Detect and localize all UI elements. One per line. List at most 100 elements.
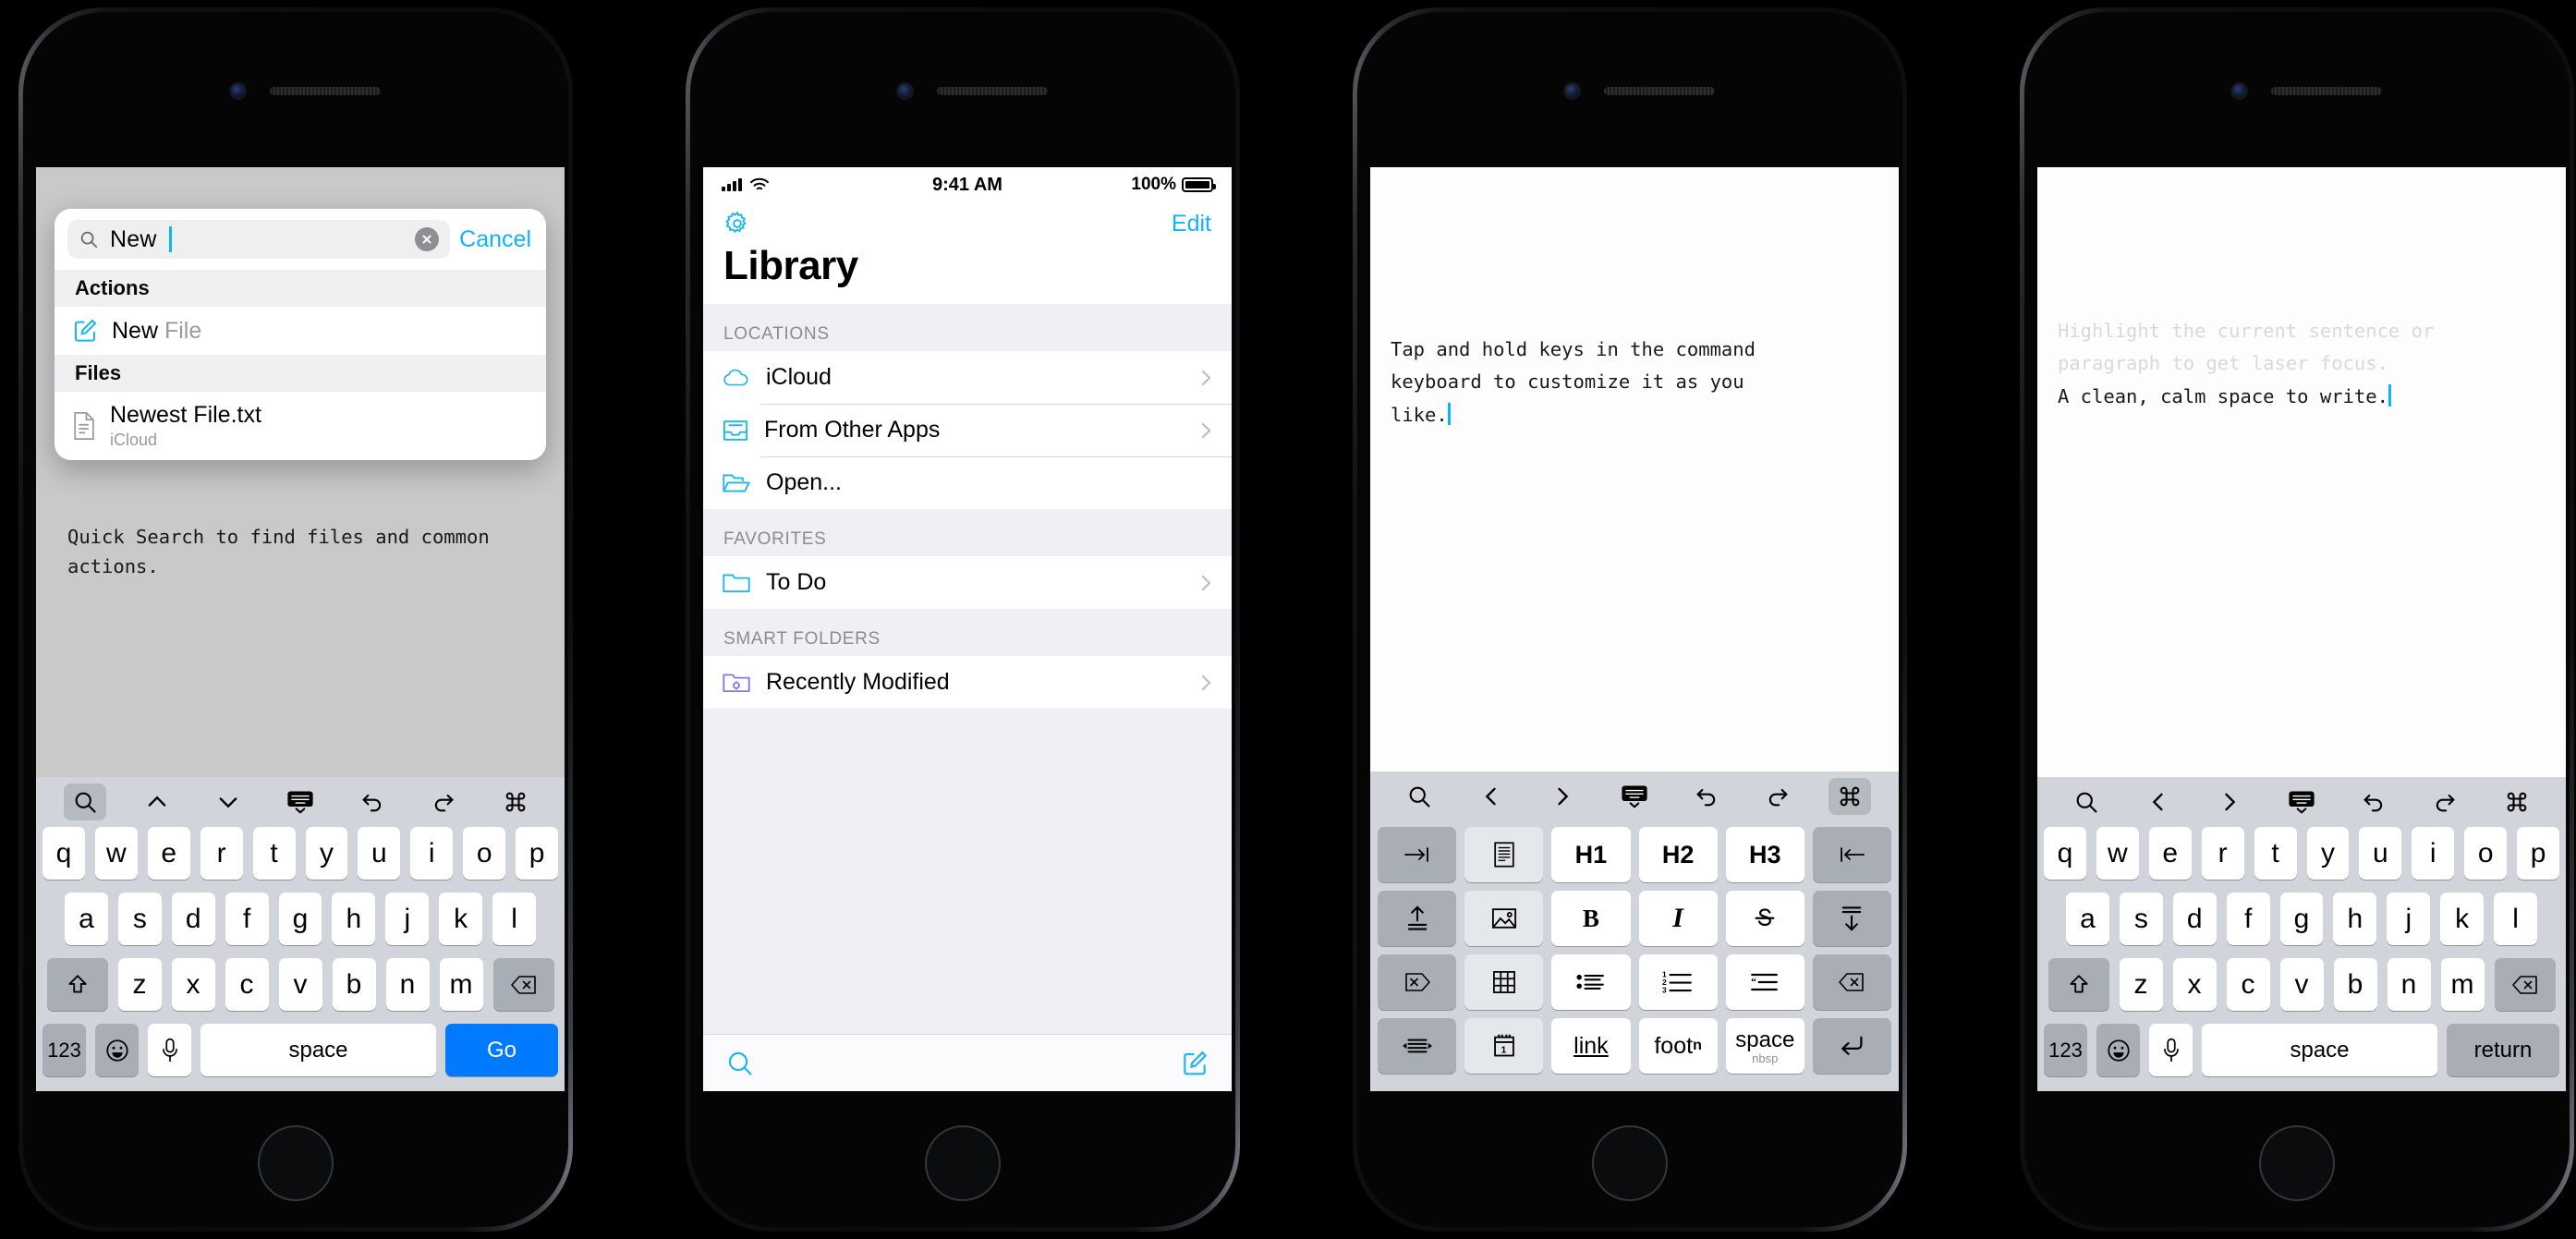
key-a[interactable]: a <box>2066 893 2109 945</box>
emoji-icon[interactable] <box>2096 1024 2140 1076</box>
key-g[interactable]: g <box>278 893 322 945</box>
list-item-recently-modified[interactable]: Recently Modified <box>703 656 1232 709</box>
search-input[interactable]: New <box>67 220 451 259</box>
key-m[interactable]: m <box>2440 958 2485 1011</box>
key-c[interactable]: c <box>2226 958 2270 1011</box>
list-item-icloud[interactable]: iCloud <box>703 351 1232 404</box>
key-x[interactable]: x <box>171 958 215 1011</box>
key-q[interactable]: q <box>42 827 85 880</box>
toolbar-hide-keyboard-button[interactable] <box>2280 783 2323 820</box>
toolbar-command-button[interactable] <box>2496 783 2538 820</box>
toolbar-undo-button[interactable] <box>2352 783 2395 820</box>
delete-forward-icon[interactable] <box>1378 954 1457 1010</box>
delete-icon[interactable] <box>2494 958 2556 1011</box>
key-j[interactable]: j <box>385 893 430 945</box>
bold-key[interactable]: B <box>1551 891 1631 946</box>
list-item-to-do[interactable]: To Do <box>703 556 1232 609</box>
key-l[interactable]: l <box>492 893 537 945</box>
move-down-icon[interactable] <box>1812 891 1892 946</box>
key-b[interactable]: b <box>332 958 376 1011</box>
key-m[interactable]: m <box>439 958 483 1011</box>
home-button[interactable] <box>1592 1125 1668 1201</box>
clear-search-button[interactable] <box>415 227 440 251</box>
key-q[interactable]: q <box>2043 827 2086 880</box>
key-k[interactable]: k <box>439 893 483 945</box>
key-b[interactable]: b <box>2333 958 2377 1011</box>
toolbar-search-button[interactable] <box>63 783 106 820</box>
toolbar-search-button[interactable] <box>2065 783 2108 820</box>
heading-1-key[interactable]: H1 <box>1551 827 1631 882</box>
result-row-file[interactable]: Newest File.txt iCloud <box>55 392 546 460</box>
toolbar-redo-button[interactable] <box>1756 778 1799 815</box>
key-i[interactable]: i <box>410 827 454 880</box>
key-z[interactable]: z <box>2119 958 2163 1011</box>
footnote-key[interactable]: foot n <box>1638 1018 1718 1074</box>
key-u[interactable]: u <box>358 827 401 880</box>
space-nbsp-key[interactable]: space nbsp <box>1725 1018 1804 1074</box>
toolbar-chevron-down-button[interactable] <box>207 783 249 820</box>
key-n[interactable]: n <box>2387 958 2431 1011</box>
toolbar-search-button[interactable] <box>1398 778 1440 815</box>
move-up-icon[interactable] <box>1378 891 1457 946</box>
key-t[interactable]: t <box>2254 827 2297 880</box>
return-key[interactable]: return <box>2447 1024 2559 1076</box>
toolbar-hide-keyboard-button[interactable] <box>279 783 322 820</box>
key-f[interactable]: f <box>225 893 269 945</box>
edit-button[interactable]: Edit <box>1172 211 1211 237</box>
cancel-button[interactable]: Cancel <box>459 226 533 253</box>
go-key[interactable]: Go <box>445 1024 558 1076</box>
link-key[interactable]: link <box>1551 1018 1631 1074</box>
key-w[interactable]: w <box>2096 827 2139 880</box>
indent-left-icon[interactable] <box>1812 827 1892 882</box>
list-item-open[interactable]: Open... <box>703 456 1232 509</box>
editor-text-area[interactable]: Tap and hold keys in the command keyboar… <box>1370 167 1899 431</box>
image-icon[interactable] <box>1464 891 1544 946</box>
key-v[interactable]: v <box>2279 958 2324 1011</box>
key-r[interactable]: r <box>2201 827 2244 880</box>
key-e[interactable]: e <box>2148 827 2192 880</box>
delete-icon[interactable] <box>492 958 554 1011</box>
toolbar-undo-button[interactable] <box>351 783 394 820</box>
list-item-from-other-apps[interactable]: From Other Apps <box>703 404 1232 456</box>
key-d[interactable]: d <box>171 893 215 945</box>
key-i[interactable]: i <box>2412 827 2455 880</box>
key-o[interactable]: o <box>2464 827 2508 880</box>
toolbar-undo-button[interactable] <box>1685 778 1728 815</box>
microphone-icon[interactable] <box>148 1024 191 1076</box>
space-key[interactable]: space <box>200 1024 436 1076</box>
numbered-list-icon[interactable]: 123 <box>1638 954 1718 1010</box>
key-e[interactable]: e <box>147 827 190 880</box>
toolbar-command-button[interactable] <box>1829 778 1872 815</box>
key-f[interactable]: f <box>2226 893 2270 945</box>
toolbar-hide-keyboard-button[interactable] <box>1613 778 1656 815</box>
key-a[interactable]: a <box>65 893 108 945</box>
toolbar-command-button[interactable] <box>494 783 537 820</box>
gear-icon[interactable] <box>723 210 751 237</box>
key-l[interactable]: l <box>2494 893 2538 945</box>
italic-key[interactable]: I <box>1638 891 1718 946</box>
shift-icon[interactable] <box>46 958 108 1011</box>
key-d[interactable]: d <box>2172 893 2217 945</box>
home-button[interactable] <box>2259 1125 2335 1201</box>
key-g[interactable]: g <box>2279 893 2324 945</box>
key-s[interactable]: s <box>2119 893 2163 945</box>
microphone-icon[interactable] <box>2149 1024 2193 1076</box>
key-x[interactable]: x <box>2172 958 2217 1011</box>
calendar-icon[interactable]: 1 <box>1464 1018 1544 1074</box>
key-n[interactable]: n <box>385 958 430 1011</box>
key-z[interactable]: z <box>117 958 162 1011</box>
numeric-key[interactable]: 123 <box>2044 1024 2087 1076</box>
select-line-icon[interactable] <box>1378 1018 1457 1074</box>
document-lines-icon[interactable] <box>1464 827 1544 882</box>
toolbar-chevron-left-button[interactable] <box>2137 783 2180 820</box>
numeric-key[interactable]: 123 <box>43 1024 86 1076</box>
toolbar-chevron-left-button[interactable] <box>1470 778 1513 815</box>
key-t[interactable]: t <box>252 827 296 880</box>
key-h[interactable]: h <box>332 893 376 945</box>
return-icon[interactable] <box>1812 1018 1892 1074</box>
table-icon[interactable] <box>1464 954 1544 1010</box>
heading-2-key[interactable]: H2 <box>1638 827 1718 882</box>
indent-right-icon[interactable] <box>1378 827 1457 882</box>
strikethrough-icon[interactable] <box>1725 891 1804 946</box>
key-p[interactable]: p <box>516 827 559 880</box>
